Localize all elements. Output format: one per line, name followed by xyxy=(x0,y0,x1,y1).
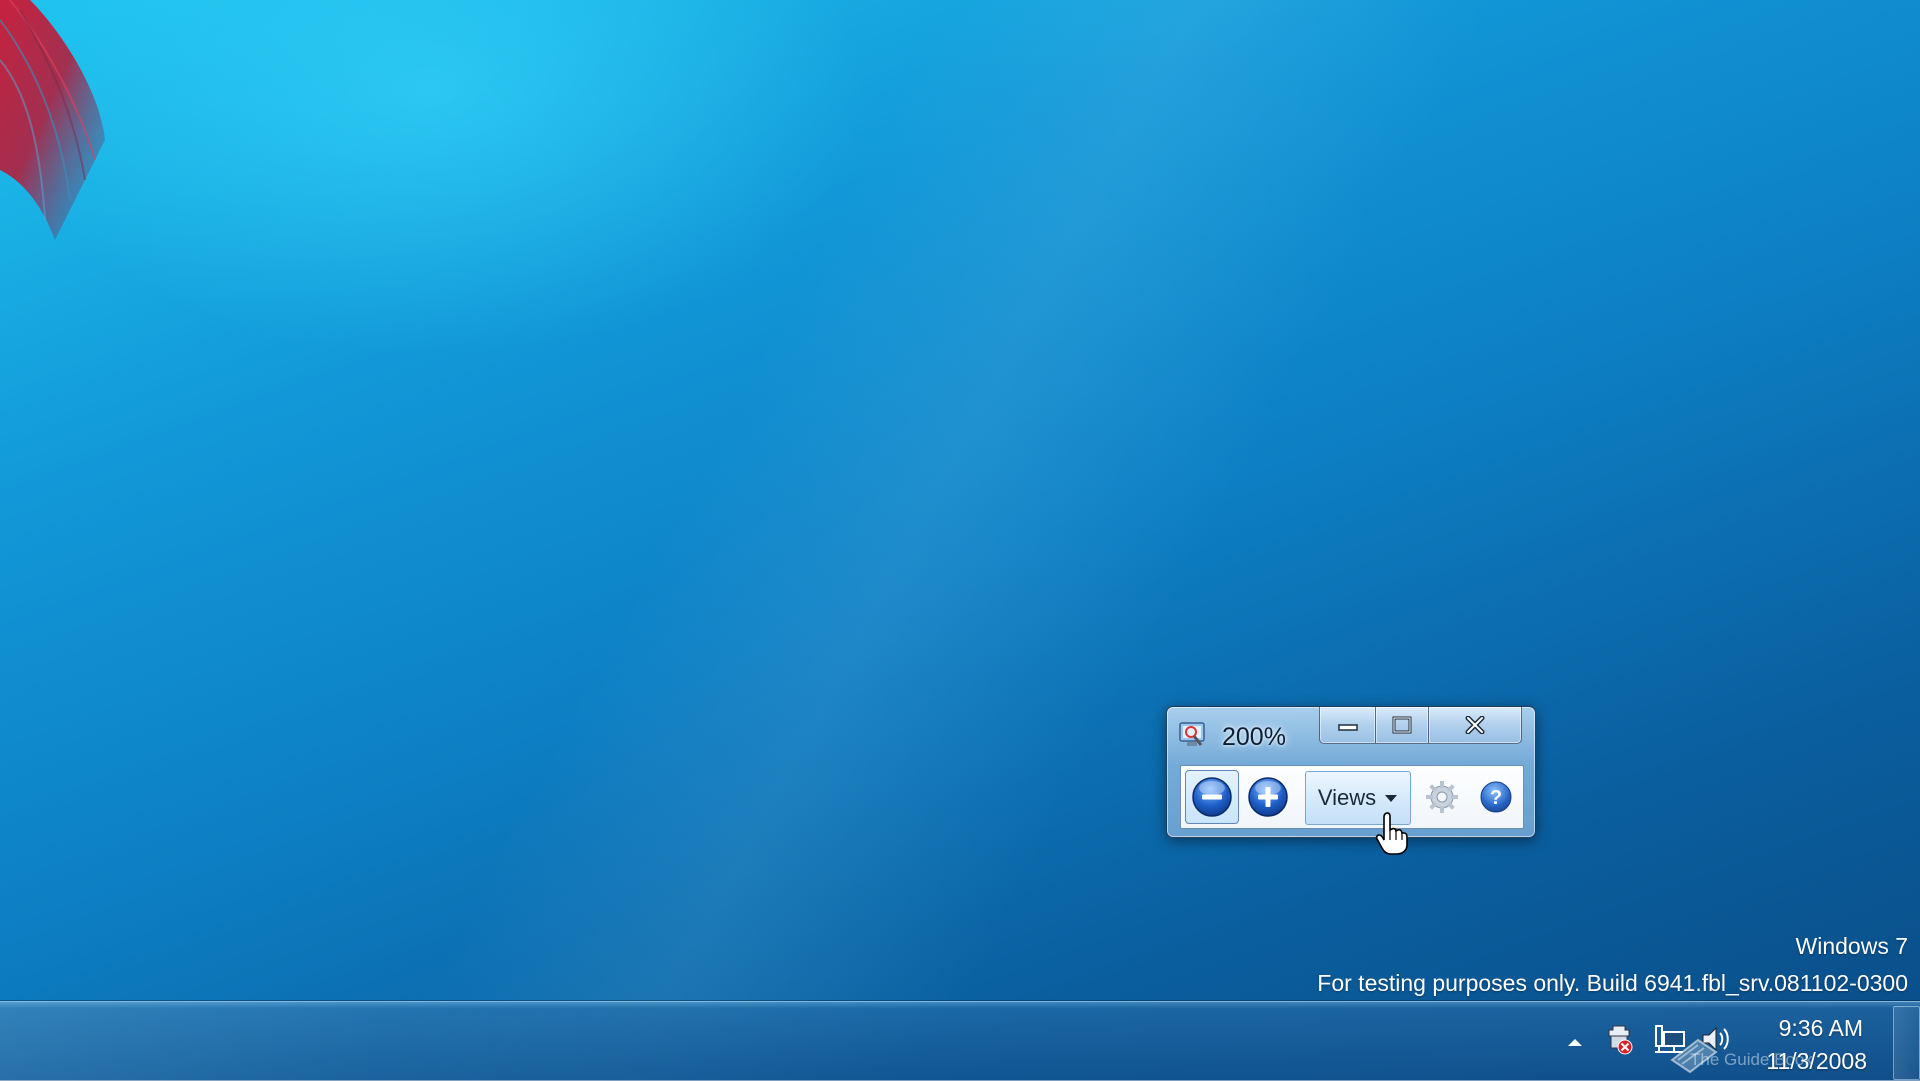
chevron-down-icon xyxy=(1385,795,1398,802)
clock-time: 9:36 AM xyxy=(1778,1015,1863,1041)
zoom-out-button[interactable] xyxy=(1185,770,1239,824)
maximize-button[interactable] xyxy=(1376,707,1429,744)
gear-icon xyxy=(1426,781,1458,813)
show-desktop-button[interactable] xyxy=(1893,1006,1920,1080)
close-button[interactable] xyxy=(1429,707,1522,744)
os-name-text: Windows 7 xyxy=(1795,933,1908,959)
taskbar-highlight xyxy=(0,1002,640,1081)
plus-icon xyxy=(1248,777,1288,817)
build-info-text: For testing purposes only. Build 6941.fb… xyxy=(1317,970,1908,996)
taskbar-clock[interactable]: 9:36 AM 11/3/2008 xyxy=(1745,1012,1875,1078)
magnifier-titlebar[interactable]: 200% xyxy=(1167,707,1535,761)
show-hidden-icons-button[interactable] xyxy=(1567,1034,1583,1052)
views-label: Views xyxy=(1317,785,1377,810)
help-button[interactable]: ? xyxy=(1471,772,1521,822)
action-center-icon xyxy=(1608,1025,1633,1055)
magnifier-app-icon xyxy=(1179,721,1209,749)
minimize-button[interactable] xyxy=(1319,707,1376,744)
zoom-level-label: 200% xyxy=(1222,723,1286,751)
clock-date: 11/3/2008 xyxy=(1766,1048,1867,1074)
hand-cursor-icon xyxy=(1375,812,1408,855)
magnifier-toolbar: Views ? xyxy=(1180,765,1524,829)
maximize-icon xyxy=(1392,716,1412,734)
taskbar[interactable]: The Guide Book 9:36 AM 11/3/2008 xyxy=(0,1001,1920,1081)
minus-icon xyxy=(1192,777,1232,817)
minimize-icon xyxy=(1337,724,1358,731)
settings-button[interactable] xyxy=(1417,772,1467,822)
magnifier-window[interactable]: 200% Views ? xyxy=(1166,706,1536,838)
wallpaper-flower-graphic xyxy=(0,0,105,240)
help-icon: ? xyxy=(1480,781,1512,813)
close-icon xyxy=(1465,716,1485,734)
chevron-up-icon xyxy=(1568,1039,1582,1046)
svg-text:?: ? xyxy=(1490,787,1502,809)
zoom-in-button[interactable] xyxy=(1243,772,1293,822)
action-center-tray-button[interactable] xyxy=(1605,1022,1635,1061)
caption-buttons xyxy=(1319,707,1524,744)
desktop-background: 200% Views ? Windows 7 For testing purpo… xyxy=(0,0,1920,1081)
build-watermark: Windows 7 For testing purposes only. Bui… xyxy=(1317,928,1908,1002)
